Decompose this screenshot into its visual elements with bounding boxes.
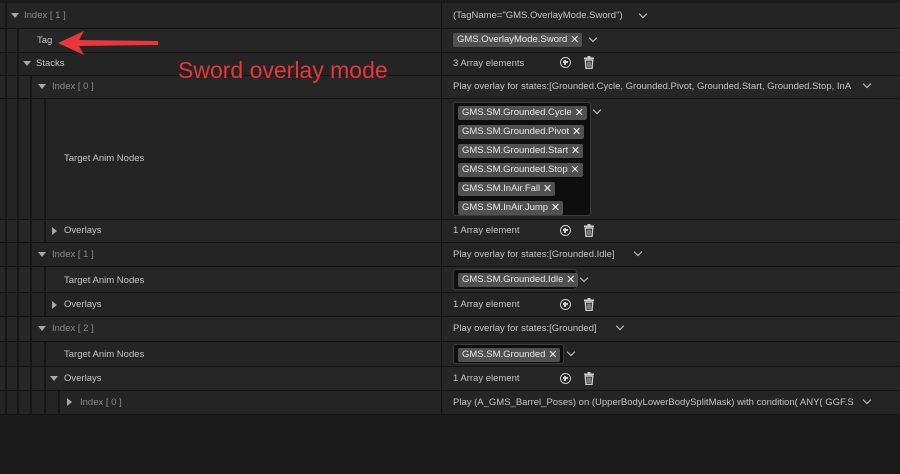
annotation-text: Sword overlay mode bbox=[178, 57, 388, 83]
stack-summary: Play overlay for states:[Grounded.Idle] bbox=[453, 249, 615, 260]
chevron-down-icon[interactable] bbox=[633, 247, 643, 257]
tag-pill-text: GMS.SM.Grounded.Stop bbox=[462, 164, 568, 175]
trash-icon[interactable] bbox=[583, 56, 595, 69]
row-target-anim-nodes: Target Anim Nodes GMS.SM.Grounded.Idle ✕ bbox=[0, 267, 900, 292]
row-overlay-0: Index [ 0 ] Play (A_GMS_Barrel_Poses) on… bbox=[0, 391, 900, 414]
tag-pill-text: GMS.SM.Grounded bbox=[462, 349, 546, 360]
overlay-summary: Play (A_GMS_Barrel_Poses) on (UpperBodyL… bbox=[453, 397, 854, 408]
annotation-arrow bbox=[58, 31, 158, 55]
tag-pill[interactable]: GMS.SM.InAir.Fall ✕ bbox=[458, 182, 556, 196]
collapse-arrow-icon[interactable] bbox=[50, 376, 58, 381]
close-icon[interactable]: ✕ bbox=[571, 144, 580, 158]
trash-icon[interactable] bbox=[583, 224, 595, 237]
index-label: Index [ 2 ] bbox=[52, 323, 94, 334]
index-label: Index [ 0 ] bbox=[80, 397, 122, 408]
add-element-icon[interactable] bbox=[560, 57, 571, 68]
collapse-arrow-icon[interactable] bbox=[23, 61, 31, 66]
chevron-down-icon[interactable] bbox=[579, 273, 589, 283]
tag-pill[interactable]: GMS.SM.Grounded.Start ✕ bbox=[458, 144, 584, 158]
overlays-label: Overlays bbox=[64, 373, 102, 384]
close-icon[interactable]: ✕ bbox=[548, 348, 557, 362]
row-overlays: Overlays 1 Array element bbox=[0, 293, 900, 316]
row-index-1: Index [ 1 ] (TagName="GMS.OverlayMode.Sw… bbox=[0, 3, 900, 28]
stacks-label: Stacks bbox=[36, 58, 65, 69]
index-label: Index [ 1 ] bbox=[24, 10, 66, 21]
add-element-icon[interactable] bbox=[560, 373, 571, 384]
overlays-label: Overlays bbox=[64, 225, 102, 236]
tag-pill-text: GMS.SM.Grounded.Start bbox=[462, 145, 569, 156]
row-overlays: Overlays 1 Array element bbox=[0, 220, 900, 242]
tag-list-box[interactable]: GMS.SM.Grounded ✕ bbox=[453, 344, 564, 364]
chevron-down-icon[interactable] bbox=[638, 9, 648, 19]
overlays-count: 1 Array element bbox=[453, 373, 520, 384]
trash-icon[interactable] bbox=[583, 372, 595, 385]
chevron-down-icon[interactable] bbox=[862, 79, 872, 89]
stack-summary: Play overlay for states:[Grounded.Cycle,… bbox=[453, 81, 852, 92]
tag-pill-text: GMS.SM.Grounded.Idle bbox=[462, 274, 564, 285]
target-anim-nodes-label: Target Anim Nodes bbox=[64, 275, 145, 286]
stacks-count: 3 Array elements bbox=[453, 58, 525, 69]
expand-arrow-icon[interactable] bbox=[67, 398, 72, 406]
target-anim-nodes-label: Target Anim Nodes bbox=[64, 153, 145, 164]
expand-arrow-icon[interactable] bbox=[52, 227, 57, 235]
chevron-down-icon[interactable] bbox=[588, 33, 598, 43]
tag-pill-text: GMS.OverlayMode.Sword bbox=[457, 34, 568, 45]
index-label: Index [ 0 ] bbox=[52, 81, 94, 92]
tag-pill[interactable]: GMS.SM.Grounded.Cycle ✕ bbox=[458, 106, 587, 120]
overlays-label: Overlays bbox=[64, 299, 102, 310]
close-icon[interactable]: ✕ bbox=[570, 163, 579, 177]
row-stack-1: Index [ 1 ] Play overlay for states:[Gro… bbox=[0, 243, 900, 266]
row-stack-0: Index [ 0 ] Play overlay for states:[Gro… bbox=[0, 76, 900, 98]
close-icon[interactable]: ✕ bbox=[543, 182, 552, 196]
row-stack-2: Index [ 2 ] Play overlay for states:[Gro… bbox=[0, 317, 900, 341]
stack-summary: Play overlay for states:[Grounded] bbox=[453, 323, 597, 334]
tag-pill[interactable]: GMS.SM.Grounded.Idle ✕ bbox=[458, 273, 579, 287]
chevron-down-icon[interactable] bbox=[862, 395, 872, 405]
tag-pill-text: GMS.SM.InAir.Fall bbox=[462, 183, 541, 194]
row-target-anim-nodes: Target Anim Nodes GMS.SM.Grounded.Cycle ✕… bbox=[0, 99, 900, 219]
row-target-anim-nodes: Target Anim Nodes GMS.SM.Grounded ✕ bbox=[0, 342, 900, 366]
collapse-arrow-icon[interactable] bbox=[11, 13, 19, 18]
tag-label: Tag bbox=[37, 35, 53, 46]
index-summary: (TagName="GMS.OverlayMode.Sword") bbox=[453, 10, 623, 21]
chevron-down-icon[interactable] bbox=[615, 321, 625, 331]
target-anim-nodes-label: Target Anim Nodes bbox=[64, 349, 145, 360]
overlays-count: 1 Array element bbox=[453, 225, 520, 236]
tag-pill[interactable]: GMS.OverlayMode.Sword ✕ bbox=[453, 33, 583, 47]
collapse-arrow-icon[interactable] bbox=[38, 326, 46, 331]
close-icon[interactable]: ✕ bbox=[572, 125, 581, 139]
close-icon[interactable]: ✕ bbox=[566, 273, 575, 287]
close-icon[interactable]: ✕ bbox=[575, 106, 584, 120]
close-icon[interactable]: ✕ bbox=[570, 33, 579, 47]
tag-list-box[interactable]: GMS.SM.Grounded.Idle ✕ bbox=[453, 269, 579, 290]
tag-pill-text: GMS.SM.Grounded.Cycle bbox=[462, 107, 572, 118]
trash-icon[interactable] bbox=[583, 298, 595, 311]
tag-pill[interactable]: GMS.SM.Grounded ✕ bbox=[458, 348, 561, 362]
add-element-icon[interactable] bbox=[560, 299, 571, 310]
chevron-down-icon[interactable] bbox=[566, 347, 576, 357]
tag-pill-text: GMS.SM.InAir.Jump bbox=[462, 202, 549, 213]
close-icon[interactable]: ✕ bbox=[551, 201, 560, 215]
tag-pill[interactable]: GMS.SM.Grounded.Pivot ✕ bbox=[458, 125, 585, 139]
tag-pill[interactable]: GMS.SM.Grounded.Stop ✕ bbox=[458, 163, 583, 177]
tag-pill-text: GMS.SM.Grounded.Pivot bbox=[462, 126, 570, 137]
tag-pill[interactable]: GMS.SM.InAir.Jump ✕ bbox=[458, 201, 564, 215]
overlays-count: 1 Array element bbox=[453, 299, 520, 310]
index-label: Index [ 1 ] bbox=[52, 249, 94, 260]
collapse-arrow-icon[interactable] bbox=[38, 252, 46, 257]
row-overlays: Overlays 1 Array element bbox=[0, 367, 900, 390]
chevron-down-icon[interactable] bbox=[592, 105, 602, 115]
collapse-arrow-icon[interactable] bbox=[38, 84, 46, 89]
add-element-icon[interactable] bbox=[560, 225, 571, 236]
expand-arrow-icon[interactable] bbox=[52, 301, 57, 309]
tag-list-box[interactable]: GMS.SM.Grounded.Cycle ✕ GMS.SM.Grounded.P… bbox=[453, 102, 591, 216]
row-stacks: Stacks 3 Array elements bbox=[0, 53, 900, 75]
